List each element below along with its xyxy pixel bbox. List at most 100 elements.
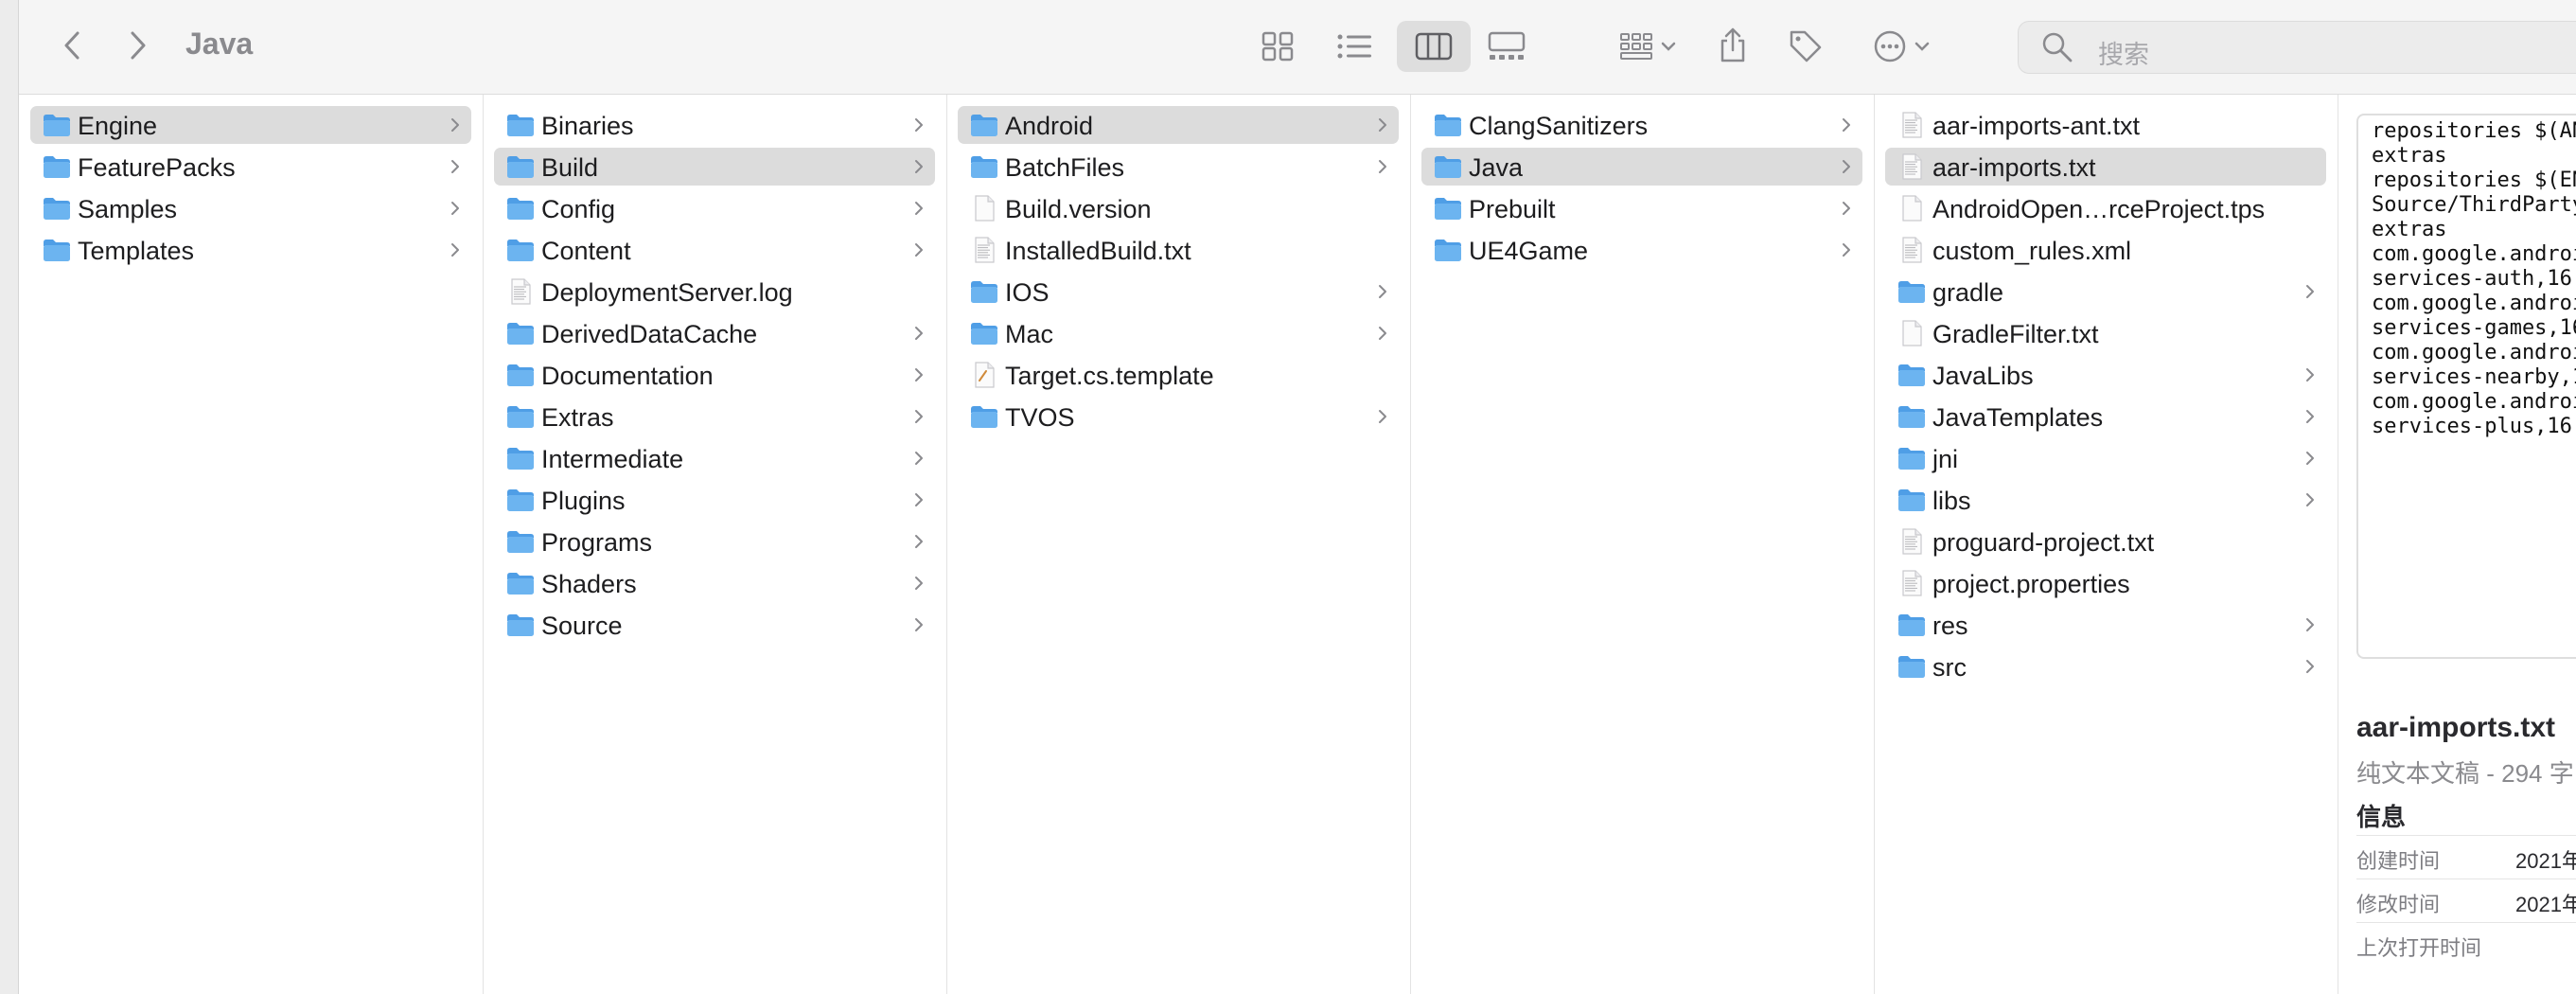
folder-item[interactable]: Binaries bbox=[494, 106, 935, 144]
item-label: Target.cs.template bbox=[1005, 362, 1214, 390]
item-label: libs bbox=[1932, 487, 1971, 515]
share-button[interactable] bbox=[1709, 19, 1756, 72]
tag-button[interactable] bbox=[1781, 21, 1830, 72]
folder-item[interactable]: Templates bbox=[30, 231, 471, 269]
item-label: JavaTemplates bbox=[1932, 403, 2104, 432]
file-item[interactable]: project.properties bbox=[1885, 564, 2326, 602]
folder-item[interactable]: Content bbox=[494, 231, 935, 269]
info-last-opened-label: 上次打开时间 bbox=[2356, 936, 2482, 960]
item-label: GradleFilter.txt bbox=[1932, 320, 2099, 348]
folder-item[interactable]: UE4Game bbox=[1421, 231, 1862, 269]
folder-item[interactable]: JavaTemplates bbox=[1885, 398, 2326, 435]
folder-item[interactable]: Java bbox=[1421, 148, 1862, 186]
folder-icon bbox=[969, 112, 999, 138]
folder-item[interactable]: Intermediate bbox=[494, 439, 935, 477]
forward-button[interactable] bbox=[119, 27, 157, 64]
file-item[interactable]: AndroidOpen…rceProject.tps bbox=[1885, 189, 2326, 227]
chevron-right-icon bbox=[131, 31, 146, 60]
chevron-right-icon bbox=[914, 325, 924, 342]
folder-item[interactable]: Extras bbox=[494, 398, 935, 435]
folder-icon bbox=[505, 237, 536, 263]
folder-item[interactable]: Source bbox=[494, 606, 935, 644]
folder-item[interactable]: Programs bbox=[494, 523, 935, 560]
folder-item[interactable]: ClangSanitizers bbox=[1421, 106, 1862, 144]
folder-item[interactable]: FeaturePacks bbox=[30, 148, 471, 186]
column-2[interactable]: Binaries Build Config Content DeploymentServ… bbox=[483, 95, 947, 994]
column-4[interactable]: ClangSanitizers Java Prebuilt UE4Game bbox=[1410, 95, 1875, 994]
chevron-right-icon bbox=[2305, 658, 2315, 675]
preview-text-box[interactable]: repositories $(AN extras repositories $(… bbox=[2356, 114, 2576, 659]
folder-icon bbox=[42, 112, 72, 138]
folder-icon bbox=[505, 612, 536, 638]
chevron-right-icon bbox=[2305, 408, 2315, 425]
info-created-value: 2021年 bbox=[2515, 849, 2576, 873]
folder-item[interactable]: jni bbox=[1885, 439, 2326, 477]
folder-item[interactable]: src bbox=[1885, 648, 2326, 685]
list-view-button[interactable] bbox=[1327, 24, 1384, 69]
folder-item[interactable]: TVOS bbox=[958, 398, 1399, 435]
back-button[interactable] bbox=[53, 27, 91, 64]
search-field[interactable]: 搜索 bbox=[2018, 21, 2576, 74]
column-3[interactable]: Android BatchFiles Build.version InstalledB… bbox=[946, 95, 1411, 994]
folder-icon bbox=[969, 278, 999, 305]
gallery-view-button[interactable] bbox=[1476, 24, 1537, 69]
more-button[interactable] bbox=[1859, 24, 1944, 69]
file-item[interactable]: aar-imports.txt bbox=[1885, 148, 2326, 186]
item-label: FeaturePacks bbox=[78, 153, 236, 182]
item-label: IOS bbox=[1005, 278, 1050, 307]
icon-view-button[interactable] bbox=[1249, 24, 1306, 69]
file-item[interactable]: proguard-project.txt bbox=[1885, 523, 2326, 560]
folder-item[interactable]: Documentation bbox=[494, 356, 935, 394]
folder-icon bbox=[1897, 612, 1927, 638]
item-label: proguard-project.txt bbox=[1932, 528, 2155, 557]
folder-item[interactable]: Build bbox=[494, 148, 935, 186]
chevron-right-icon bbox=[450, 158, 460, 175]
folder-item[interactable]: Plugins bbox=[494, 481, 935, 519]
chevron-right-icon bbox=[914, 116, 924, 133]
chevron-right-icon bbox=[914, 450, 924, 467]
group-button[interactable] bbox=[1605, 24, 1690, 69]
item-label: DeploymentServer.log bbox=[541, 278, 793, 307]
text-file-icon bbox=[1897, 112, 1927, 138]
folder-icon bbox=[1897, 487, 1927, 513]
chevron-right-icon bbox=[914, 408, 924, 425]
file-item[interactable]: InstalledBuild.txt bbox=[958, 231, 1399, 269]
chevron-right-icon bbox=[1378, 283, 1387, 300]
chevron-right-icon bbox=[1378, 158, 1387, 175]
column-view-button[interactable] bbox=[1397, 21, 1471, 72]
folder-item[interactable]: Samples bbox=[30, 189, 471, 227]
folder-item[interactable]: DerivedDataCache bbox=[494, 314, 935, 352]
chevron-right-icon bbox=[1378, 325, 1387, 342]
file-item[interactable]: Build.version bbox=[958, 189, 1399, 227]
folder-item[interactable]: IOS bbox=[958, 273, 1399, 311]
folder-icon bbox=[505, 570, 536, 596]
file-item[interactable]: GradleFilter.txt bbox=[1885, 314, 2326, 352]
column-5[interactable]: aar-imports-ant.txt aar-imports.txt Androi… bbox=[1874, 95, 2338, 994]
item-label: custom_rules.xml bbox=[1932, 237, 2132, 265]
folder-icon bbox=[42, 153, 72, 180]
folder-icon bbox=[505, 528, 536, 555]
folder-item[interactable]: Android bbox=[958, 106, 1399, 144]
folder-item[interactable]: Mac bbox=[958, 314, 1399, 352]
file-item[interactable]: Target.cs.template bbox=[958, 356, 1399, 394]
file-item[interactable]: aar-imports-ant.txt bbox=[1885, 106, 2326, 144]
chevron-right-icon bbox=[914, 575, 924, 592]
item-label: Java bbox=[1469, 153, 1524, 182]
file-item[interactable]: custom_rules.xml bbox=[1885, 231, 2326, 269]
folder-item[interactable]: BatchFiles bbox=[958, 148, 1399, 186]
folder-item[interactable]: Config bbox=[494, 189, 935, 227]
column-1[interactable]: Engine FeaturePacks Samples Templates bbox=[19, 95, 484, 994]
chevron-right-icon bbox=[450, 241, 460, 258]
chevron-right-icon bbox=[914, 366, 924, 383]
folder-item[interactable]: Shaders bbox=[494, 564, 935, 602]
folder-item[interactable]: Prebuilt bbox=[1421, 189, 1862, 227]
folder-item[interactable]: gradle bbox=[1885, 273, 2326, 311]
folder-item[interactable]: JavaLibs bbox=[1885, 356, 2326, 394]
folder-icon bbox=[505, 487, 536, 513]
chevron-right-icon bbox=[2305, 616, 2315, 633]
folder-item[interactable]: libs bbox=[1885, 481, 2326, 519]
file-item[interactable]: DeploymentServer.log bbox=[494, 273, 935, 311]
folder-item[interactable]: res bbox=[1885, 606, 2326, 644]
item-label: InstalledBuild.txt bbox=[1005, 237, 1191, 265]
folder-item[interactable]: Engine bbox=[30, 106, 471, 144]
